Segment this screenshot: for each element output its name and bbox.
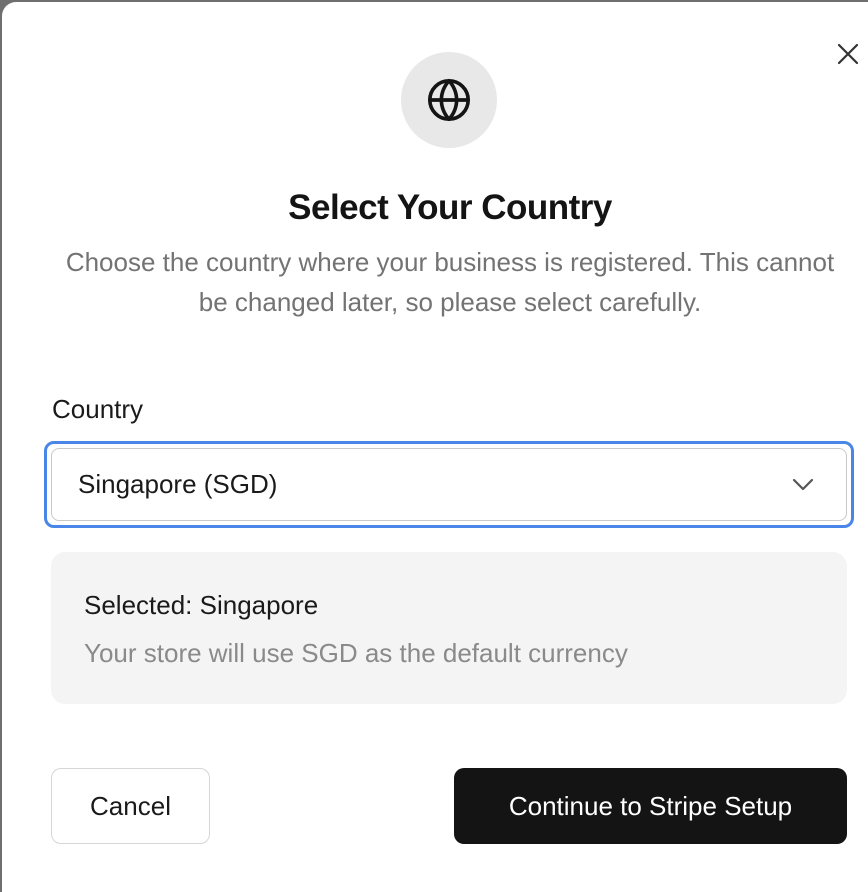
cancel-button[interactable]: Cancel xyxy=(51,768,210,844)
chevron-down-icon xyxy=(792,478,814,491)
continue-to-stripe-setup-button[interactable]: Continue to Stripe Setup xyxy=(454,768,847,844)
country-select[interactable]: Singapore (SGD) xyxy=(51,448,847,521)
dialog-title: Select Your Country xyxy=(288,188,612,227)
close-button[interactable] xyxy=(834,40,862,68)
country-select-value: Singapore (SGD) xyxy=(78,469,278,499)
country-select-dialog: Select Your Country Choose the country w… xyxy=(2,2,868,892)
selection-info-title: Selected: Singapore xyxy=(84,590,319,620)
selection-info-description: Your store will use SGD as the default c… xyxy=(84,638,628,668)
selection-info-box: Selected: Singapore Your store will use … xyxy=(51,552,847,704)
globe-icon-badge xyxy=(401,52,497,148)
country-label: Country xyxy=(52,394,144,424)
close-icon xyxy=(837,43,859,65)
globe-icon xyxy=(428,79,470,121)
dialog-description: Choose the country where your business i… xyxy=(65,247,835,317)
